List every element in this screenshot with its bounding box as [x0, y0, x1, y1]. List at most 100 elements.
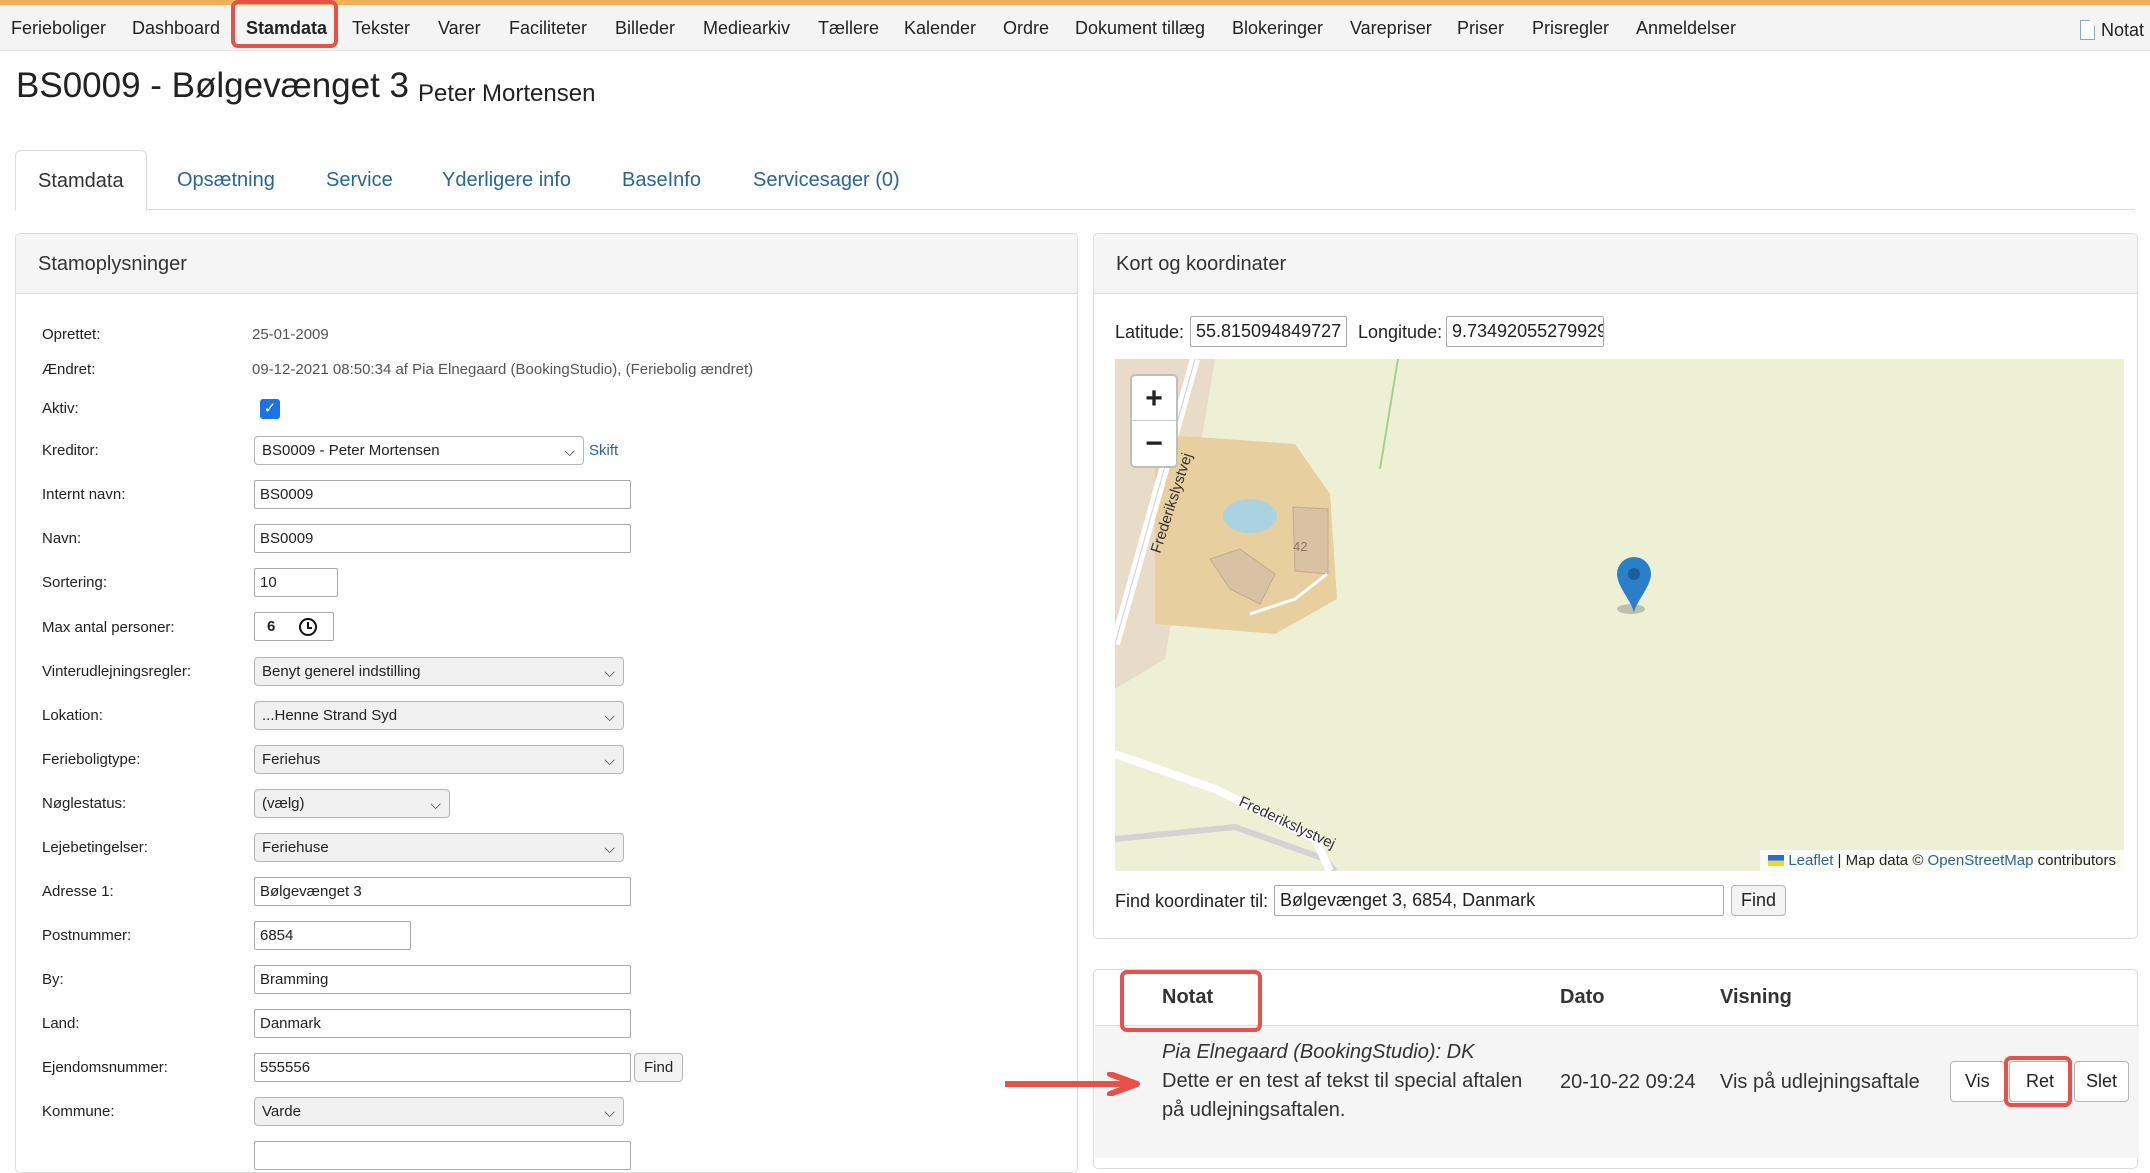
note-text-line1: Dette er en test af tekst til special af…	[1162, 1070, 1523, 1092]
vis-button[interactable]: Vis	[1950, 1061, 2005, 1102]
house-number: 42	[1293, 539, 1307, 554]
postnummer-input[interactable]: 6854	[254, 921, 411, 950]
chevron-down-icon: ⌵	[604, 1104, 615, 1120]
osm-link[interactable]: OpenStreetMap	[1928, 852, 2034, 869]
ferieboligtype-select[interactable]: Feriehus ⌵	[254, 745, 624, 774]
vinter-value: Benyt generel indstilling	[262, 663, 421, 680]
sortering-input[interactable]: 10	[254, 568, 338, 597]
tab-servicesager[interactable]: Servicesager (0)	[731, 150, 922, 210]
chevron-down-icon: ⌵	[430, 796, 441, 812]
notes-col-dato: Dato	[1560, 986, 1605, 1008]
find-koordinater-label: Find koordinater til:	[1115, 891, 1269, 911]
kort-heading: Kort og koordinater	[1094, 234, 2137, 294]
land-input[interactable]: Danmark	[254, 1009, 631, 1038]
nav-anmeldelser[interactable]: Anmeldelser	[1636, 5, 1736, 51]
map-marker-icon[interactable]	[1617, 557, 1651, 614]
stamoplysninger-heading: Stamoplysninger	[16, 234, 1077, 294]
aktiv-checkbox[interactable]: ✓	[260, 399, 280, 419]
aktiv-label: Aktiv:	[42, 400, 79, 417]
navn-input[interactable]: BS0009	[254, 524, 631, 553]
lejebetingelser-value: Feriehuse	[262, 839, 329, 856]
lokation-label: Lokation:	[42, 707, 103, 724]
longitude-input[interactable]: 9.73492055279929	[1446, 316, 1604, 347]
tab-yderligere-info[interactable]: Yderligere info	[420, 150, 593, 210]
max-personer-input[interactable]: 6	[254, 612, 334, 641]
kreditor-select[interactable]: BS0009 - Peter Mortensen ⌵	[254, 436, 584, 465]
note-visning: Vis på udlejningsaftale	[1720, 1071, 1920, 1093]
nav-tekster[interactable]: Tekster	[352, 5, 410, 51]
nav-ordre[interactable]: Ordre	[1003, 5, 1049, 51]
lejebetingelser-label: Lejebetingelser:	[42, 839, 148, 856]
postnummer-label: Postnummer:	[42, 927, 132, 944]
map-road	[1115, 750, 1334, 871]
nav-priser[interactable]: Priser	[1457, 5, 1504, 51]
ferieboligtype-value: Feriehus	[262, 751, 321, 768]
find-koordinater-input[interactable]: Bølgevænget 3, 6854, Danmark	[1274, 885, 1724, 916]
oprettet-label: Oprettet:	[42, 326, 101, 343]
highlight-notat-header	[1120, 970, 1262, 1032]
latitude-input[interactable]: 55.815094849727	[1190, 316, 1347, 347]
kreditor-label: Kreditor:	[42, 442, 99, 459]
clock-icon	[299, 618, 317, 636]
kommune-select[interactable]: Varde ⌵	[254, 1097, 624, 1126]
nav-varer[interactable]: Varer	[438, 5, 481, 51]
max-personer-value: 6	[267, 618, 276, 635]
tab-stamdata[interactable]: Stamdata	[15, 150, 147, 211]
nav-billeder[interactable]: Billeder	[615, 5, 675, 51]
adresse-input[interactable]: Bølgevænget 3	[254, 877, 631, 906]
note-text-line2: på udlejningsaftalen.	[1162, 1099, 1346, 1121]
chevron-down-icon: ⌵	[604, 664, 615, 680]
vinter-select[interactable]: Benyt generel indstilling ⌵	[254, 657, 624, 686]
find-ejendom-button[interactable]: Find	[634, 1053, 684, 1082]
map-attribution: Leaflet | Map data © OpenStreetMap contr…	[1760, 850, 2124, 871]
noeglestatus-label: Nøglestatus:	[42, 795, 127, 812]
nav-ferieboliger[interactable]: Ferieboliger	[11, 5, 106, 51]
longitude-label: Longitude:	[1358, 322, 1443, 342]
nav-taellere[interactable]: Tællere	[818, 5, 879, 51]
nav-dashboard[interactable]: Dashboard	[132, 5, 220, 51]
nav-blokeringer[interactable]: Blokeringer	[1232, 5, 1323, 51]
internt-navn-input[interactable]: BS0009	[254, 480, 631, 509]
flag-icon	[1768, 855, 1785, 866]
zoom-out-button[interactable]: −	[1132, 421, 1176, 466]
nav-faciliteter[interactable]: Faciliteter	[509, 5, 587, 51]
nav-dokument-tillaeg[interactable]: Dokument tillæg	[1075, 5, 1205, 51]
nav-mediearkiv[interactable]: Mediearkiv	[703, 5, 790, 51]
ejendomsnummer-input[interactable]: 555556	[254, 1053, 631, 1082]
by-label: By:	[42, 971, 64, 988]
tab-opsaetning[interactable]: Opsætning	[155, 150, 297, 210]
sortering-label: Sortering:	[42, 574, 108, 591]
slet-button[interactable]: Slet	[2074, 1061, 2130, 1102]
notat-label: Notat	[2100, 19, 2144, 40]
leaflet-link[interactable]: Leaflet	[1788, 852, 1833, 869]
contributors-text: contributors	[2033, 852, 2116, 869]
by-input[interactable]: Bramming	[254, 965, 631, 994]
mapdata-text: | Map data ©	[1833, 852, 1928, 869]
document-icon	[2079, 19, 2096, 40]
map-pond	[1223, 499, 1277, 533]
aendret-label: Ændret:	[42, 361, 96, 378]
owner-name: Peter Mortensen	[418, 80, 596, 107]
arrow-icon	[1005, 1072, 1140, 1096]
next-field-input[interactable]	[254, 1141, 631, 1170]
page-title: BS0009 - Bølgevænget 3	[16, 66, 410, 105]
navn-label: Navn:	[42, 530, 82, 547]
nav-varepriser[interactable]: Varepriser	[1350, 5, 1432, 51]
notat-link[interactable]: Notat	[2079, 15, 2144, 45]
nav-prisregler[interactable]: Prisregler	[1532, 5, 1609, 51]
lokation-select[interactable]: ...Henne Strand Syd ⌵	[254, 701, 624, 730]
nav-kalender[interactable]: Kalender	[904, 5, 976, 51]
skift-link[interactable]: Skift	[589, 442, 618, 459]
adresse-label: Adresse 1:	[42, 883, 114, 900]
zoom-control: + −	[1130, 374, 1178, 468]
find-koordinater-button[interactable]: Find	[1731, 885, 1787, 916]
latitude-label: Latitude:	[1115, 322, 1185, 342]
tab-baseinfo[interactable]: BaseInfo	[600, 150, 723, 210]
noeglestatus-select[interactable]: (vælg) ⌵	[254, 789, 450, 818]
internt-navn-label: Internt navn:	[42, 486, 126, 503]
lejebetingelser-select[interactable]: Feriehuse ⌵	[254, 833, 624, 862]
tab-service[interactable]: Service	[304, 150, 415, 210]
map-view[interactable]: 42 Frederikslystvej Frederikslystvej + −…	[1115, 359, 2124, 871]
note-author: Pia Elnegaard (BookingStudio): DK	[1162, 1041, 1475, 1063]
zoom-in-button[interactable]: +	[1132, 376, 1176, 421]
